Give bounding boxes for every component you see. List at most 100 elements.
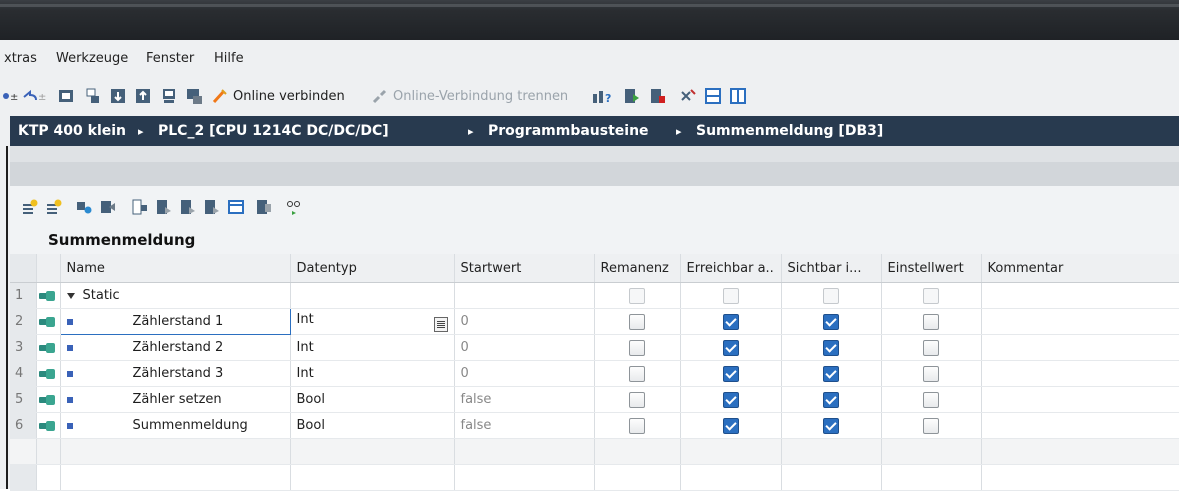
copy-snapshot-icon[interactable] — [180, 199, 196, 215]
empty-cell[interactable] — [781, 464, 882, 491]
upload-icon[interactable] — [110, 88, 126, 104]
row-name[interactable]: Zählerstand 3 — [60, 360, 291, 387]
row-datatype[interactable] — [290, 282, 455, 309]
row-visible-checkbox[interactable] — [781, 360, 882, 387]
datatype-lookup-icon[interactable] — [433, 316, 448, 332]
empty-cell[interactable] — [60, 464, 291, 491]
row-setpoint-checkbox[interactable] — [881, 360, 982, 387]
menu-hilfe[interactable]: Hilfe — [214, 51, 244, 66]
row-startvalue[interactable]: false — [454, 412, 595, 439]
start-cpu-icon[interactable] — [624, 88, 640, 104]
empty-cell[interactable] — [594, 464, 681, 491]
cross-reference-icon[interactable] — [680, 88, 696, 104]
row-name[interactable]: Static — [60, 282, 291, 309]
row-comment[interactable] — [981, 412, 1179, 439]
row-setpoint-checkbox[interactable] — [881, 282, 982, 309]
window-icon[interactable] — [228, 199, 244, 215]
row-accessible-checkbox[interactable] — [680, 282, 782, 309]
row-startvalue[interactable]: 0 — [454, 360, 595, 387]
copy-values-icon[interactable] — [204, 199, 220, 215]
split-horizontal-icon[interactable] — [705, 88, 721, 104]
empty-cell[interactable] — [290, 464, 455, 491]
empty-cell[interactable] — [454, 464, 595, 491]
monitor-glasses-icon[interactable] — [286, 199, 302, 215]
row-accessible-checkbox[interactable] — [680, 386, 782, 413]
row-comment[interactable] — [981, 360, 1179, 387]
download-icon[interactable] — [58, 88, 74, 104]
undo-icon[interactable]: ± — [22, 88, 48, 104]
monitor-icon[interactable] — [161, 88, 177, 104]
row-setpoint-checkbox[interactable] — [881, 334, 982, 361]
row-visible-checkbox[interactable] — [781, 308, 882, 335]
row-datatype[interactable]: Int — [290, 360, 455, 387]
empty-cell[interactable] — [290, 438, 455, 465]
row-setpoint-checkbox[interactable] — [881, 386, 982, 413]
row-comment[interactable] — [981, 386, 1179, 413]
empty-cell[interactable] — [594, 438, 681, 465]
snapshot-icon[interactable] — [132, 199, 148, 215]
row-datatype[interactable]: Bool — [290, 412, 455, 439]
row-accessible-checkbox[interactable] — [680, 308, 782, 335]
split-vertical-icon[interactable] — [730, 88, 746, 104]
row-setpoint-checkbox[interactable] — [881, 308, 982, 335]
row-name[interactable]: Zähler setzen — [60, 386, 291, 413]
row-retain-checkbox[interactable] — [594, 308, 681, 335]
online-disconnect-button[interactable]: Online-Verbindung trennen — [393, 89, 568, 104]
breadcrumb-item-plc[interactable]: PLC_2 [CPU 1214C DC/DC/DC] — [158, 123, 389, 139]
row-retain-checkbox[interactable] — [594, 360, 681, 387]
breadcrumb-item-program-blocks[interactable]: Programmbausteine — [488, 123, 649, 139]
row-retain-checkbox[interactable] — [594, 386, 681, 413]
row-accessible-checkbox[interactable] — [680, 334, 782, 361]
table-row[interactable]: 6 Summenmeldung Bool false — [10, 412, 1179, 439]
row-startvalue[interactable]: 0 — [454, 308, 595, 335]
export-icon[interactable] — [135, 88, 151, 104]
arrow-icon[interactable]: ± — [2, 88, 18, 104]
menu-werkzeuge[interactable]: Werkzeuge — [56, 51, 128, 66]
table-row[interactable]: 5 Zähler setzen Bool false — [10, 386, 1179, 413]
header-setpoint[interactable]: Einstellwert — [881, 254, 982, 283]
table-row[interactable]: 3 Zählerstand 2 Int 0 — [10, 334, 1179, 361]
row-startvalue[interactable] — [454, 282, 595, 309]
header-accessible[interactable]: Erreichbar a.. — [680, 254, 782, 283]
table-row[interactable]: 4 Zählerstand 3 Int 0 — [10, 360, 1179, 387]
empty-cell[interactable] — [981, 464, 1179, 491]
row-name[interactable]: Summenmeldung — [60, 412, 291, 439]
breadcrumb-item-block[interactable]: Summenmeldung [DB3] — [696, 123, 883, 139]
row-name[interactable]: Zählerstand 1 — [59, 308, 291, 335]
empty-cell[interactable] — [981, 438, 1179, 465]
compile-icon[interactable] — [85, 88, 101, 104]
row-accessible-checkbox[interactable] — [680, 360, 782, 387]
row-retain-checkbox[interactable] — [594, 334, 681, 361]
table-row-empty[interactable] — [10, 464, 1179, 491]
empty-cell[interactable] — [680, 464, 782, 491]
empty-cell[interactable] — [881, 464, 982, 491]
row-visible-checkbox[interactable] — [781, 412, 882, 439]
table-row-empty[interactable] — [10, 438, 1179, 465]
add-row-icon[interactable] — [46, 199, 62, 215]
online-disconnect-icon[interactable] — [372, 88, 388, 104]
empty-cell[interactable] — [60, 438, 291, 465]
row-setpoint-checkbox[interactable] — [881, 412, 982, 439]
menu-fenster[interactable]: Fenster — [146, 51, 194, 66]
header-visible[interactable]: Sichtbar i... — [781, 254, 882, 283]
empty-cell[interactable] — [454, 438, 595, 465]
expand-icon[interactable] — [76, 199, 92, 215]
row-name[interactable]: Zählerstand 2 — [60, 334, 291, 361]
menu-extras[interactable]: xtras — [4, 51, 37, 66]
header-retain[interactable]: Remanenz — [594, 254, 681, 283]
row-comment[interactable] — [981, 282, 1179, 309]
row-retain-checkbox[interactable] — [594, 412, 681, 439]
row-datatype[interactable]: Int — [290, 334, 455, 361]
row-visible-checkbox[interactable] — [781, 386, 882, 413]
breadcrumb-item-device[interactable]: KTP 400 klein — [18, 123, 126, 139]
empty-cell[interactable] — [881, 438, 982, 465]
empty-cell[interactable] — [680, 438, 782, 465]
header-name[interactable]: Name — [60, 254, 291, 283]
row-accessible-checkbox[interactable] — [680, 412, 782, 439]
simulate-icon[interactable] — [186, 88, 202, 104]
row-comment[interactable] — [981, 334, 1179, 361]
empty-cell[interactable] — [781, 438, 882, 465]
row-retain-checkbox[interactable] — [594, 282, 681, 309]
row-startvalue[interactable]: false — [454, 386, 595, 413]
row-datatype[interactable]: Int — [290, 308, 455, 335]
